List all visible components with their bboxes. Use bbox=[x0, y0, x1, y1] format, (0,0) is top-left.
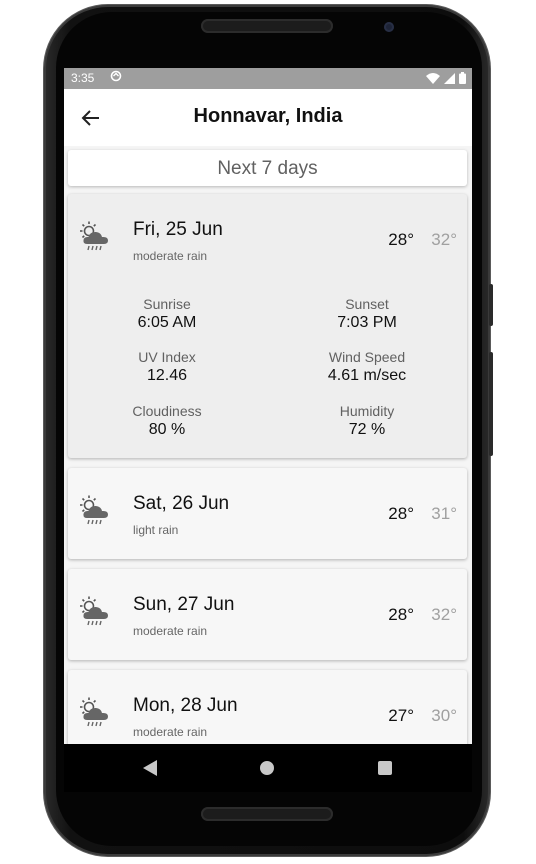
volume-button bbox=[489, 352, 493, 456]
min-temperature: 28° bbox=[388, 605, 414, 624]
max-temperature: 32° bbox=[431, 605, 457, 624]
sunrise-value: 6:05 AM bbox=[137, 314, 197, 331]
cloudiness-detail: Cloudiness 80 % bbox=[92, 402, 242, 440]
signal-icon bbox=[444, 72, 455, 84]
sun-cloud-rain-icon bbox=[80, 495, 108, 525]
min-temperature: 28° bbox=[388, 504, 414, 523]
sun-cloud-rain-icon bbox=[80, 596, 108, 626]
forecast-list[interactable]: Next 7 days Fri, 25 Jun moderate rain 28… bbox=[64, 146, 472, 744]
humidity-detail: Humidity 72 % bbox=[292, 402, 442, 440]
max-temperature: 31° bbox=[431, 504, 457, 523]
day-card-expanded[interactable]: Fri, 25 Jun moderate rain 28° 32° Sunris… bbox=[68, 194, 467, 458]
status-bar: 3:35 bbox=[64, 68, 472, 89]
bottom-speaker bbox=[201, 807, 333, 821]
wifi-icon bbox=[426, 72, 440, 84]
uv-index-detail: UV Index 12.46 bbox=[92, 348, 242, 386]
wind-speed-detail: Wind Speed 4.61 m/sec bbox=[292, 348, 442, 386]
cloudiness-value: 80 % bbox=[148, 421, 186, 438]
day-card[interactable]: Sun, 27 Jun moderate rain 28° 32° bbox=[68, 569, 467, 660]
humidity-value: 72 % bbox=[348, 421, 386, 438]
nav-back-icon[interactable] bbox=[142, 759, 158, 777]
day-description: moderate rain bbox=[133, 249, 208, 263]
day-description: moderate rain bbox=[133, 725, 208, 739]
sync-icon bbox=[110, 70, 122, 82]
sunrise-detail: Sunrise 6:05 AM bbox=[92, 295, 242, 333]
max-temperature: 32° bbox=[431, 230, 457, 249]
humidity-label: Humidity bbox=[339, 403, 395, 419]
sun-cloud-rain-icon bbox=[80, 221, 108, 251]
status-icons bbox=[426, 71, 466, 85]
page-title: Honnavar, India bbox=[193, 105, 343, 127]
max-temperature: 30° bbox=[431, 706, 457, 725]
min-temperature: 28° bbox=[388, 230, 414, 249]
day-description: moderate rain bbox=[133, 624, 208, 638]
status-time: 3:35 bbox=[71, 71, 95, 85]
navigation-bar bbox=[64, 744, 472, 792]
wind-speed-label: Wind Speed bbox=[328, 349, 406, 365]
day-date: Mon, 28 Jun bbox=[133, 695, 238, 716]
power-button bbox=[489, 284, 493, 326]
app-bar: Honnavar, India bbox=[64, 89, 472, 146]
day-date: Sat, 26 Jun bbox=[133, 493, 230, 514]
uv-index-label: UV Index bbox=[138, 349, 196, 365]
day-date: Fri, 25 Jun bbox=[133, 219, 223, 240]
sunset-value: 7:03 PM bbox=[337, 314, 397, 331]
day-card[interactable]: Mon, 28 Jun moderate rain 27° 30° bbox=[68, 670, 467, 744]
nav-recents-icon[interactable] bbox=[378, 761, 392, 775]
nav-home-icon[interactable] bbox=[260, 761, 274, 775]
uv-index-value: 12.46 bbox=[146, 367, 188, 384]
sunset-label: Sunset bbox=[345, 296, 389, 312]
day-date: Sun, 27 Jun bbox=[133, 594, 235, 615]
min-temperature: 27° bbox=[388, 706, 414, 725]
sunset-detail: Sunset 7:03 PM bbox=[292, 295, 442, 333]
cloudiness-label: Cloudiness bbox=[132, 403, 202, 419]
sunrise-label: Sunrise bbox=[143, 296, 191, 312]
screen: 3:35 Honnavar, India Next 7 days Fri, 25… bbox=[64, 68, 472, 792]
wind-speed-value: 4.61 m/sec bbox=[327, 367, 407, 384]
front-camera bbox=[384, 22, 394, 32]
day-description: light rain bbox=[133, 523, 179, 537]
battery-icon bbox=[459, 72, 466, 84]
next-7-days-button[interactable]: Next 7 days bbox=[68, 150, 467, 186]
sun-cloud-rain-icon bbox=[80, 697, 108, 727]
top-speaker bbox=[201, 19, 333, 33]
day-card[interactable]: Sat, 26 Jun light rain 28° 31° bbox=[68, 468, 467, 559]
